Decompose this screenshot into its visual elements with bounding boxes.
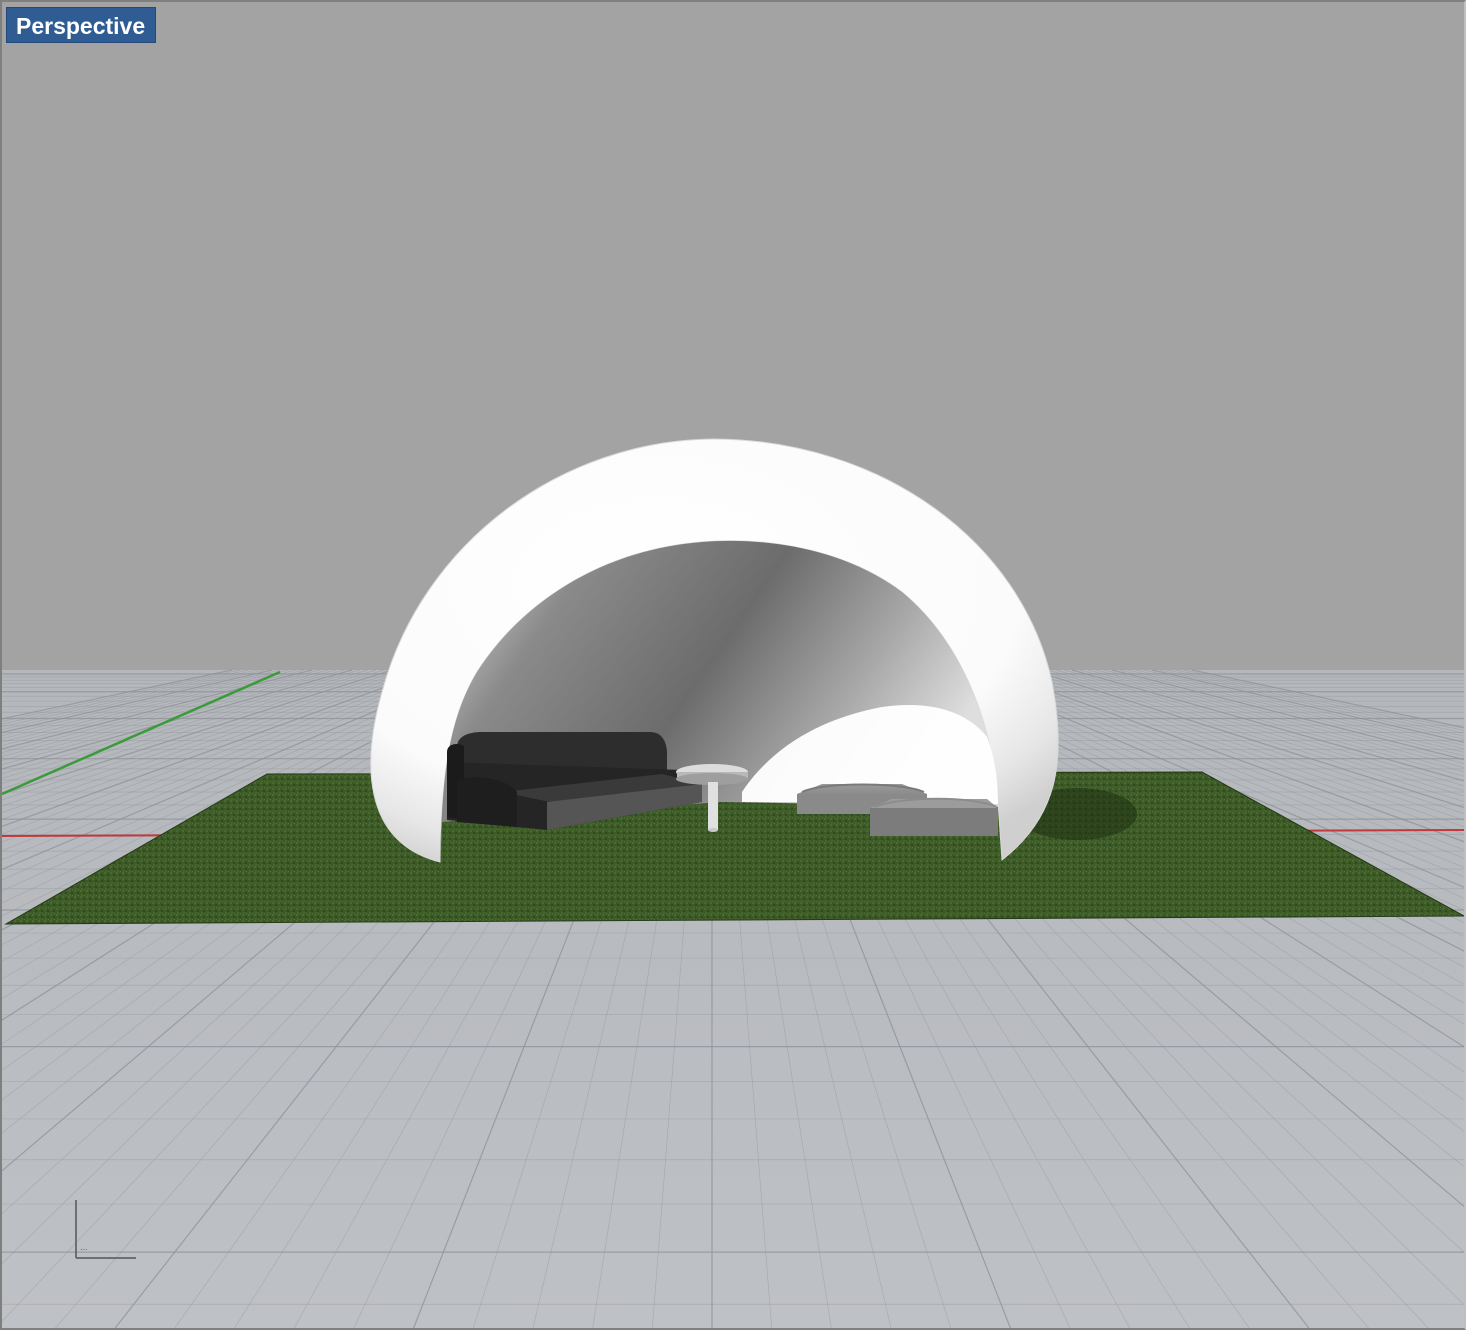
ottoman-right[interactable]	[870, 797, 998, 836]
axis-widget-label: ...	[80, 1242, 88, 1252]
scene-canvas[interactable]: ...	[2, 2, 1466, 1330]
viewport-title-tab[interactable]: Perspective	[6, 7, 157, 43]
perspective-viewport[interactable]: ... Perspective	[0, 0, 1466, 1330]
